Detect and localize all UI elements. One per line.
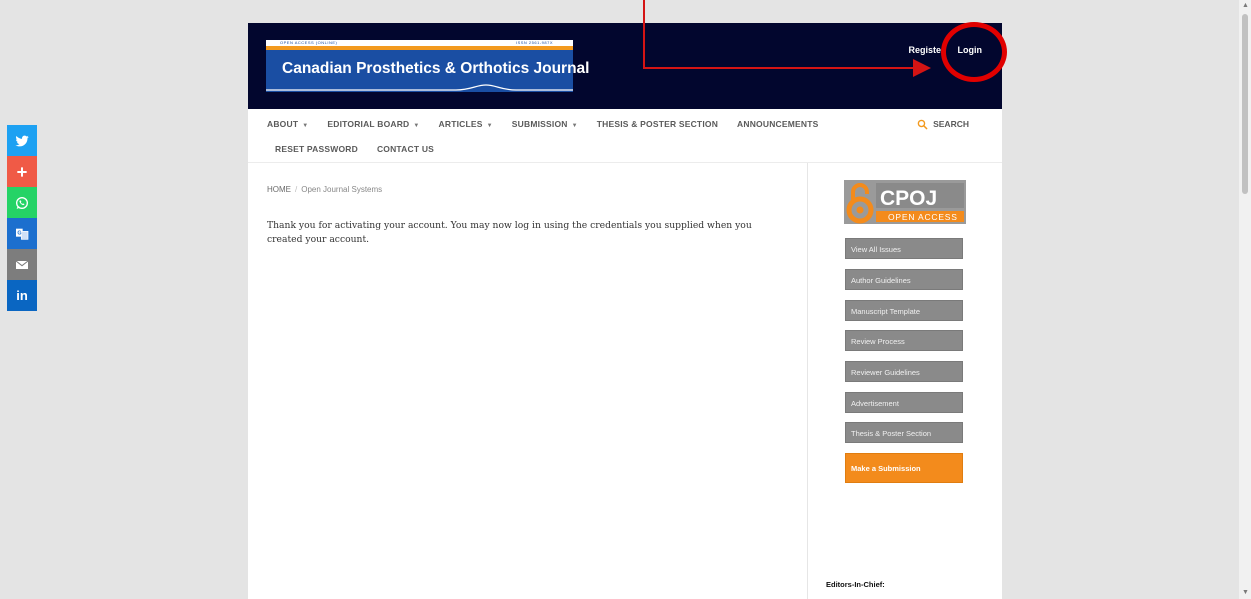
chevron-down-icon: ▼ — [413, 123, 420, 129]
breadcrumb: HOME / Open Journal Systems — [267, 185, 382, 194]
breadcrumb-home[interactable]: HOME — [267, 185, 291, 194]
nav-articles-label: ARTICLES — [438, 119, 483, 129]
nav-thesis-poster[interactable]: THESIS & POSTER SECTION — [597, 119, 718, 129]
sidebar: CPOJ OPEN ACCESS View All Issues Author … — [807, 163, 1003, 599]
annotation-arrow-line — [643, 0, 645, 69]
manuscript-template-button[interactable]: Manuscript Template — [845, 300, 963, 321]
nav-about-label: ABOUT — [267, 119, 299, 129]
logo-wave-decoration — [266, 84, 573, 91]
thesis-poster-button[interactable]: Thesis & Poster Section — [845, 422, 963, 443]
linkedin-text: in — [16, 288, 28, 303]
annotation-arrow-line-horizontal — [643, 67, 915, 69]
chevron-down-icon: ▼ — [302, 123, 309, 129]
search-icon — [917, 119, 928, 129]
nav-row-2: RESET PASSWORD CONTACT US — [275, 142, 453, 156]
nav-reset-password[interactable]: RESET PASSWORD — [275, 144, 358, 154]
nav-editorial-board[interactable]: EDITORIAL BOARD ▼ — [327, 119, 419, 129]
twitter-icon[interactable] — [7, 125, 37, 156]
search-label: SEARCH — [933, 119, 969, 129]
annotation-highlight-circle — [941, 22, 1007, 82]
nav-submission[interactable]: SUBMISSION ▼ — [512, 119, 578, 129]
linkedin-icon[interactable]: in — [7, 280, 37, 311]
nav-contact-us[interactable]: CONTACT US — [377, 144, 434, 154]
scrollbar-thumb[interactable] — [1242, 14, 1248, 194]
email-icon[interactable] — [7, 249, 37, 280]
site-header: OPEN ACCESS (ONLINE) ISSN 2561-987X Cana… — [248, 23, 1002, 109]
editors-in-chief-heading: Editors-In-Chief: — [826, 580, 885, 589]
chevron-down-icon: ▼ — [486, 123, 493, 129]
primary-navigation: ABOUT ▼ EDITORIAL BOARD ▼ ARTICLES ▼ SUBMIS… — [248, 109, 1002, 163]
svg-text:G: G — [17, 230, 21, 236]
advertisement-button[interactable]: Advertisement — [845, 392, 963, 413]
journal-logo[interactable]: OPEN ACCESS (ONLINE) ISSN 2561-987X Cana… — [266, 40, 589, 92]
cpoj-letters: CPOJ — [880, 187, 937, 210]
author-guidelines-button[interactable]: Author Guidelines — [845, 269, 963, 290]
scroll-up-icon[interactable]: ▲ — [1242, 2, 1249, 10]
nav-articles[interactable]: ARTICLES ▼ — [439, 119, 493, 129]
nav-about[interactable]: ABOUT ▼ — [267, 119, 308, 129]
translate-icon[interactable]: G — [7, 218, 37, 249]
review-process-button[interactable]: Review Process — [845, 330, 963, 351]
scroll-down-icon[interactable]: ▼ — [1242, 589, 1249, 597]
nav-editorial-board-label: EDITORIAL BOARD — [327, 119, 410, 129]
nav-submission-label: SUBMISSION — [511, 119, 568, 129]
register-link[interactable]: Registe — [908, 45, 941, 55]
page-container: OPEN ACCESS (ONLINE) ISSN 2561-987X Cana… — [248, 23, 1002, 599]
breadcrumb-current: Open Journal Systems — [301, 185, 383, 194]
nav-row-1: ABOUT ▼ EDITORIAL BOARD ▼ ARTICLES ▼ SUBMIS… — [267, 117, 838, 131]
logo-top-strip: OPEN ACCESS (ONLINE) ISSN 2561-987X — [266, 40, 573, 50]
search-link[interactable]: SEARCH — [917, 117, 969, 131]
page-scrollbar[interactable]: ▲ ▼ — [1239, 0, 1251, 599]
plus-icon[interactable] — [7, 156, 37, 187]
annotation-arrow-head — [913, 59, 931, 77]
cpoj-open-access-logo[interactable]: CPOJ OPEN ACCESS — [844, 180, 966, 224]
nav-announcements[interactable]: ANNOUNCEMENTS — [737, 119, 818, 129]
breadcrumb-separator: / — [295, 185, 298, 194]
activation-message: Thank you for activating your account. Y… — [267, 220, 752, 245]
reviewer-guidelines-button[interactable]: Reviewer Guidelines — [845, 361, 963, 382]
whatsapp-icon[interactable] — [7, 187, 37, 218]
view-all-issues-button[interactable]: View All Issues — [845, 238, 963, 259]
logo-strip-right-text: ISSN 2561-987X — [515, 40, 553, 45]
main-content: HOME / Open Journal Systems Thank you for … — [248, 163, 807, 599]
make-submission-button[interactable]: Make a Submission — [845, 453, 963, 483]
social-share-bar: G in — [7, 125, 37, 311]
journal-title: Canadian Prosthetics & Orthotics Journal — [282, 60, 590, 77]
logo-strip-left-text: OPEN ACCESS (ONLINE) — [280, 40, 338, 45]
chevron-down-icon: ▼ — [571, 123, 578, 129]
cpoj-tagline: OPEN ACCESS — [888, 212, 958, 222]
